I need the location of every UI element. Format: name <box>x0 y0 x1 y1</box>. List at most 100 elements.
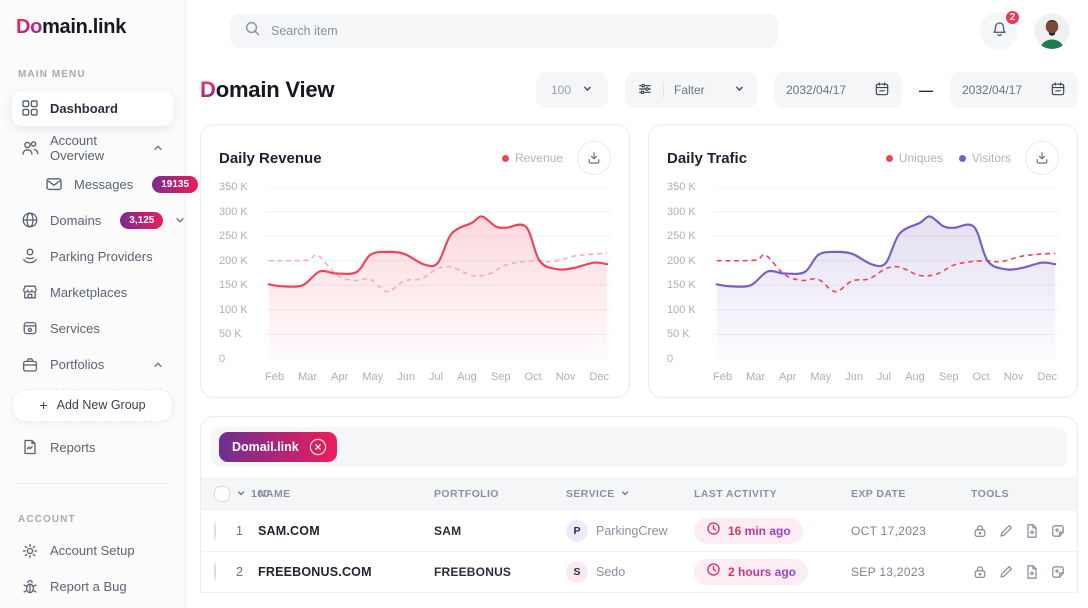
tools-cell <box>971 563 1067 581</box>
page-size-value: 100 <box>551 83 571 97</box>
sidebar-item-account-setup[interactable]: Account Setup <box>12 536 173 565</box>
search-bar[interactable] <box>230 14 778 48</box>
date-to-picker[interactable]: 2032/04/17 <box>950 72 1078 108</box>
domain-name: FREEBONUS.COM <box>258 565 434 579</box>
filter-dropdown[interactable]: Falter <box>625 72 757 108</box>
y-tick-label: 0 <box>667 353 673 365</box>
chevron-up-icon[interactable] <box>152 142 164 154</box>
sidebar: Domain.link MAIN MENU Dashboard Account … <box>0 0 186 608</box>
x-tick-label: Sep <box>939 371 959 383</box>
x-tick-label: Jun <box>845 371 863 383</box>
col-service[interactable]: SERVICE <box>566 488 694 501</box>
sidebar-item-label: Services <box>50 321 100 336</box>
filter-chip[interactable]: Domail.link <box>219 432 337 462</box>
close-icon[interactable] <box>308 437 328 457</box>
x-tick-label: Feb <box>713 371 732 383</box>
sidebar-divider <box>14 483 171 484</box>
col-last-activity[interactable]: LAST ACTIVITY <box>694 488 851 500</box>
row-checkbox[interactable] <box>214 562 216 581</box>
y-axis-labels: 350 K300 K250 K200 K150 K100 K50 K0 <box>219 187 259 359</box>
page-size-select[interactable]: 100 <box>536 72 608 108</box>
y-tick-label: 150 K <box>667 279 696 291</box>
main-menu-label: MAIN MENU <box>18 69 167 80</box>
portfolio-name: SAM <box>434 524 566 538</box>
service-name: ParkingCrew <box>596 524 668 538</box>
sidebar-item-portfolios[interactable]: Portfolios <box>12 350 173 379</box>
sidebar-item-reports[interactable]: Reports <box>12 433 173 462</box>
last-activity-badge: 2 hours ago <box>694 559 808 585</box>
domains-table-card: Domail.link 100 NAME PO <box>200 416 1078 593</box>
x-tick-label: Apr <box>779 371 796 383</box>
y-tick-label: 250 K <box>667 230 696 242</box>
x-tick-label: Jul <box>877 371 891 383</box>
page-content: Domain View 100 Falter <box>186 58 1088 593</box>
edit-icon[interactable] <box>997 563 1015 581</box>
sidebar-item-label: Reports <box>50 440 96 455</box>
logo-accent: Do <box>16 16 42 38</box>
edit-icon[interactable] <box>997 522 1015 540</box>
chevron-up-icon[interactable] <box>152 359 164 371</box>
row-count-header[interactable]: 100 <box>236 488 258 501</box>
download-button[interactable] <box>577 141 611 175</box>
x-axis-labels: FebMarAprMayJunJulAugSepOctNovDec <box>265 371 609 383</box>
domain-name: SAM.COM <box>258 524 434 538</box>
sidebar-item-messages[interactable]: Messages 19135 <box>36 170 173 199</box>
filter-chip-label: Domail.link <box>232 440 299 454</box>
y-tick-label: 150 K <box>219 279 248 291</box>
chevron-down-icon[interactable] <box>174 214 186 226</box>
file-add-icon[interactable] <box>1023 522 1041 540</box>
legend-dot-icon <box>502 155 509 162</box>
x-tick-label: Dec <box>1037 371 1057 383</box>
x-axis-labels: FebMarAprMayJunJulAugSepOctNovDec <box>713 371 1057 383</box>
sidebar-item-report-a-bug[interactable]: Report a Bug <box>12 572 173 601</box>
briefcase-icon <box>21 356 39 374</box>
file-add-icon[interactable] <box>1023 563 1041 581</box>
x-tick-label: Mar <box>298 371 317 383</box>
exp-date: SEP 13,2023 <box>851 565 971 579</box>
lock-icon[interactable] <box>971 522 989 540</box>
sidebar-item-domains[interactable]: Domains 3,125 <box>12 206 173 235</box>
col-name[interactable]: NAME <box>258 488 434 500</box>
sidebar-item-marketplaces[interactable]: Marketplaces <box>12 278 173 307</box>
table-row[interactable]: 1 SAM.COM SAM P ParkingCrew 16 min ago <box>201 511 1077 552</box>
y-tick-label: 50 K <box>219 328 242 340</box>
bug-icon <box>21 578 39 596</box>
table-row[interactable]: 2 FREEBONUS.COM FREEBONUS S Sedo 2 hours… <box>201 552 1077 593</box>
sidebar-item-parking-providers[interactable]: Parking Providers <box>12 242 173 271</box>
exp-date: OCT 17,2023 <box>851 524 971 538</box>
add-new-group-button[interactable]: + Add New Group <box>12 389 173 422</box>
divider <box>663 82 664 98</box>
date-to-value: 2032/04/17 <box>962 83 1022 97</box>
x-tick-label: Feb <box>265 371 284 383</box>
y-tick-label: 350 K <box>219 181 248 193</box>
search-input[interactable] <box>271 24 764 38</box>
sidebar-item-dashboard[interactable]: Dashboard <box>12 91 173 126</box>
account-section-label: ACCOUNT <box>18 514 167 525</box>
export-icon[interactable] <box>1049 563 1067 581</box>
chevron-down-icon <box>582 83 593 97</box>
row-checkbox[interactable] <box>214 521 216 540</box>
col-portfolio[interactable]: PORTFOLIO <box>434 488 566 500</box>
calendar-icon <box>874 81 890 100</box>
sidebar-item-services[interactable]: Services <box>12 314 173 343</box>
x-tick-label: Oct <box>525 371 542 383</box>
sidebar-item-account-overview[interactable]: Account Overview <box>12 133 173 163</box>
x-tick-label: Apr <box>331 371 348 383</box>
export-icon[interactable] <box>1049 522 1067 540</box>
store-icon <box>21 283 39 301</box>
col-exp-date[interactable]: EXP DATE <box>851 488 971 500</box>
download-button[interactable] <box>1025 141 1059 175</box>
lock-icon[interactable] <box>971 563 989 581</box>
charts-row: Daily Revenue Revenue 350 K300 K250 K200… <box>200 124 1078 398</box>
user-avatar[interactable] <box>1034 13 1070 49</box>
page-title: Domain View <box>200 77 334 103</box>
date-from-picker[interactable]: 2032/04/17 <box>774 72 902 108</box>
calendar-icon <box>1050 81 1066 100</box>
legend-dot-icon <box>886 155 893 162</box>
notifications-button[interactable]: 2 <box>980 12 1018 50</box>
x-tick-label: Jun <box>397 371 415 383</box>
y-axis-labels: 350 K300 K250 K200 K150 K100 K50 K0 <box>667 187 707 359</box>
main-area: 2 Domain View 100 <box>186 0 1088 608</box>
portfolio-name: FREEBONUS <box>434 565 566 579</box>
select-all-checkbox[interactable] <box>214 486 230 502</box>
